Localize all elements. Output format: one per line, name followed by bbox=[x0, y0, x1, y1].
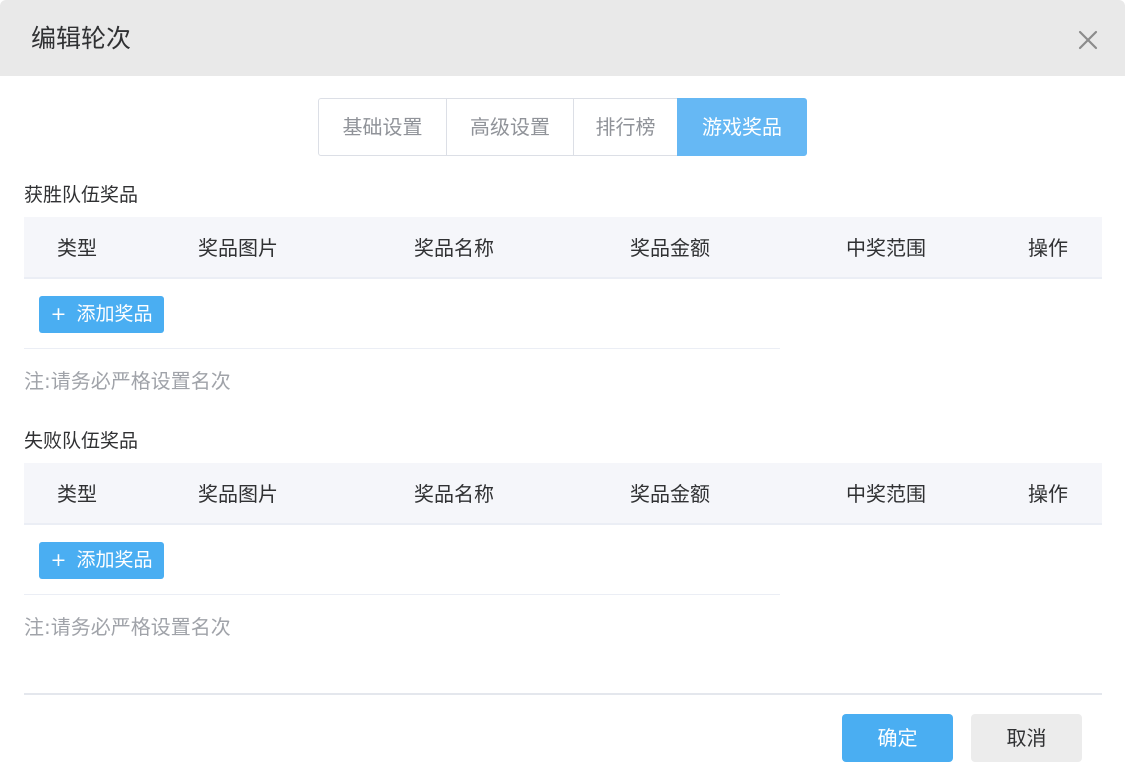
add-prize-label: 添加奖品 bbox=[76, 549, 153, 571]
column-header-range: 中奖范围 bbox=[846, 482, 926, 506]
add-prize-label: 添加奖品 bbox=[76, 303, 153, 325]
lose-section-title: 失败队伍奖品 bbox=[24, 430, 139, 452]
confirm-button[interactable]: 确定 bbox=[842, 714, 953, 762]
win-table-header: 类型 奖品图片 奖品名称 奖品金额 中奖范围 操作 bbox=[24, 217, 1102, 279]
close-icon[interactable] bbox=[1074, 26, 1102, 54]
column-header-range: 中奖范围 bbox=[846, 236, 926, 260]
win-section-title: 获胜队伍奖品 bbox=[24, 184, 139, 206]
column-header-type: 类型 bbox=[57, 236, 97, 260]
dialog-title: 编辑轮次 bbox=[31, 24, 132, 53]
cancel-button[interactable]: 取消 bbox=[971, 714, 1082, 762]
column-header-type: 类型 bbox=[57, 482, 97, 506]
column-header-name: 奖品名称 bbox=[414, 482, 494, 506]
column-header-amount: 奖品金额 bbox=[630, 482, 710, 506]
add-win-prize-button[interactable]: + 添加奖品 bbox=[39, 296, 164, 333]
footer-divider bbox=[24, 693, 1102, 695]
plus-icon: + bbox=[50, 303, 67, 325]
tab-leaderboard[interactable]: 排行榜 bbox=[573, 98, 678, 156]
edit-round-dialog: 编辑轮次 基础设置 高级设置 排行榜 游戏奖品 获胜队伍奖品 类型 奖品图片 奖… bbox=[0, 0, 1125, 784]
win-table-body: + 添加奖品 bbox=[24, 281, 780, 349]
column-header-image: 奖品图片 bbox=[198, 482, 278, 506]
column-header-amount: 奖品金额 bbox=[630, 236, 710, 260]
tab-advanced-settings[interactable]: 高级设置 bbox=[446, 98, 574, 156]
win-note: 注:请务必严格设置名次 bbox=[24, 369, 231, 393]
add-lose-prize-button[interactable]: + 添加奖品 bbox=[39, 542, 164, 579]
tab-game-prizes[interactable]: 游戏奖品 bbox=[677, 98, 807, 156]
column-header-name: 奖品名称 bbox=[414, 236, 494, 260]
column-header-image: 奖品图片 bbox=[198, 236, 278, 260]
dialog-header: 编辑轮次 bbox=[0, 0, 1125, 76]
lose-note: 注:请务必严格设置名次 bbox=[24, 615, 231, 639]
column-header-actions: 操作 bbox=[1028, 236, 1068, 260]
lose-table-header: 类型 奖品图片 奖品名称 奖品金额 中奖范围 操作 bbox=[24, 463, 1102, 525]
column-header-actions: 操作 bbox=[1028, 482, 1068, 506]
plus-icon: + bbox=[50, 549, 67, 571]
tab-basic-settings[interactable]: 基础设置 bbox=[318, 98, 447, 156]
lose-table-body: + 添加奖品 bbox=[24, 527, 780, 595]
tab-bar: 基础设置 高级设置 排行榜 游戏奖品 bbox=[318, 98, 807, 156]
